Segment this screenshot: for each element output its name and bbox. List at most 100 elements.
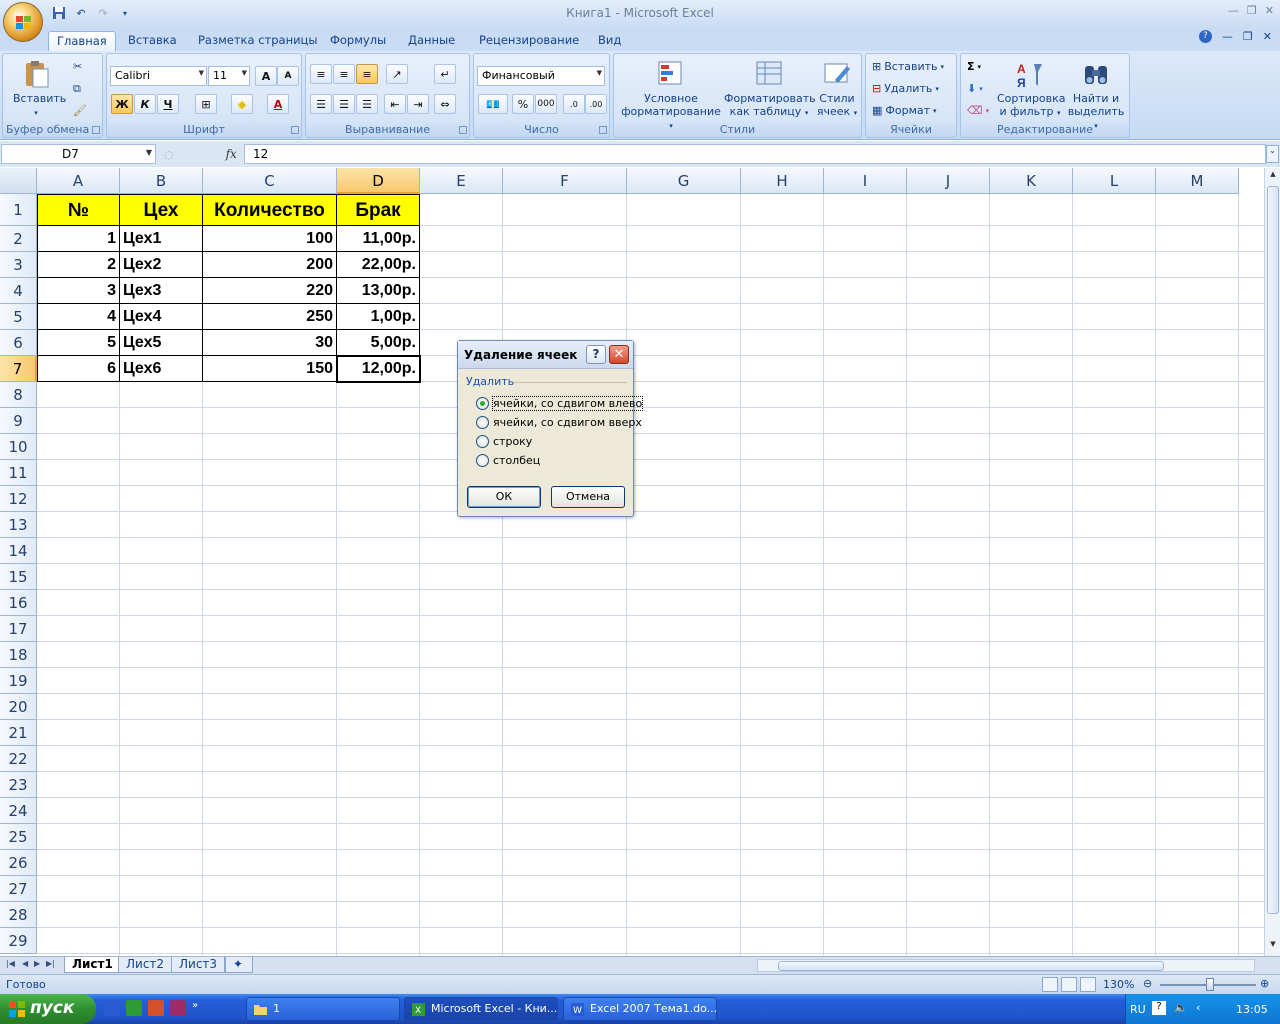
scroll-down-icon[interactable]: ▼ xyxy=(1267,940,1279,954)
column-header-e[interactable]: E xyxy=(420,168,503,194)
normal-view-icon[interactable] xyxy=(1042,977,1058,992)
italic-button[interactable]: К xyxy=(134,94,156,114)
expand-formula-bar-icon[interactable]: ⌄ xyxy=(1266,145,1279,163)
cell-d2[interactable]: 11,00р. xyxy=(337,226,420,252)
row-header-7[interactable]: 7 xyxy=(0,356,37,382)
column-header-d[interactable]: D xyxy=(337,168,420,194)
row-header-23[interactable]: 23 xyxy=(0,772,37,798)
row-header-26[interactable]: 26 xyxy=(0,850,37,876)
column-header-k[interactable]: K xyxy=(990,168,1073,194)
column-header-i[interactable]: I xyxy=(824,168,907,194)
thousands-button[interactable]: 000 xyxy=(535,94,557,114)
dialog-help-button[interactable]: ? xyxy=(586,345,606,364)
insert-function-button[interactable]: fx xyxy=(226,147,237,161)
autosum-button[interactable]: Σ ▾ xyxy=(967,60,981,73)
row-header-15[interactable]: 15 xyxy=(0,564,37,590)
cell-styles-button[interactable]: Стили ячеек ▾ xyxy=(814,58,860,120)
borders-icon[interactable]: ⊞ xyxy=(195,94,217,114)
cell-c7[interactable]: 150 xyxy=(203,356,337,382)
sort-filter-button[interactable]: AЯ Сортировка и фильтр ▾ xyxy=(997,58,1066,120)
cell-c2[interactable]: 100 xyxy=(203,226,337,252)
maximize-icon[interactable]: ❐ xyxy=(1247,4,1257,17)
last-sheet-icon[interactable]: ▶| xyxy=(46,959,55,968)
close-window-icon[interactable]: ✕ xyxy=(1265,4,1274,17)
alignment-launcher-icon[interactable] xyxy=(459,126,467,134)
cell-a4[interactable]: 3 xyxy=(37,278,120,304)
cell-a2[interactable]: 1 xyxy=(37,226,120,252)
tab-formulas[interactable]: Формулы xyxy=(322,31,394,51)
cell-b7[interactable]: Цех6 xyxy=(120,356,203,382)
access-icon[interactable] xyxy=(170,1000,186,1016)
row-header-17[interactable]: 17 xyxy=(0,616,37,642)
conditional-formatting-button[interactable]: Условное форматирование ▾ xyxy=(618,58,724,133)
row-header-25[interactable]: 25 xyxy=(0,824,37,850)
tab-data[interactable]: Данные xyxy=(400,31,463,51)
help-tray-icon[interactable]: ? xyxy=(1152,1001,1166,1015)
cell-c5[interactable]: 250 xyxy=(203,304,337,330)
row-header-6[interactable]: 6 xyxy=(0,330,37,356)
cell-a5[interactable]: 4 xyxy=(37,304,120,330)
row-header-4[interactable]: 4 xyxy=(0,278,37,304)
column-header-b[interactable]: B xyxy=(120,168,203,194)
taskbar-folder-button[interactable]: 1 xyxy=(246,997,400,1021)
language-indicator[interactable]: RU xyxy=(1130,1003,1146,1016)
zoom-level[interactable]: 130% xyxy=(1103,978,1134,991)
increase-decimal-icon[interactable]: .0 xyxy=(563,94,585,114)
cell-b6[interactable]: Цех5 xyxy=(120,330,203,356)
radio-shift-left[interactable]: ячейки, со сдвигом влево xyxy=(476,396,644,411)
row-header-13[interactable]: 13 xyxy=(0,512,37,538)
tab-insert[interactable]: Вставка xyxy=(120,31,185,51)
taskbar-excel-button[interactable]: X Microsoft Excel - Кни... xyxy=(404,997,558,1021)
sheet-tab-2[interactable]: Лист2 xyxy=(118,957,173,973)
align-right-icon[interactable]: ☰ xyxy=(356,94,378,114)
clipboard-launcher-icon[interactable] xyxy=(92,126,100,134)
cell-c1[interactable]: Количество xyxy=(203,194,337,226)
align-bottom-icon[interactable]: ≡ xyxy=(356,64,378,84)
decrease-decimal-icon[interactable]: .00 xyxy=(585,94,607,114)
row-header-20[interactable]: 20 xyxy=(0,694,37,720)
row-header-8[interactable]: 8 xyxy=(0,382,37,408)
row-header-28[interactable]: 28 xyxy=(0,902,37,928)
align-center-icon[interactable]: ☰ xyxy=(333,94,355,114)
column-header-c[interactable]: C xyxy=(203,168,337,194)
font-size-combo[interactable]: 11 ▼ xyxy=(208,66,250,86)
cell-c6[interactable]: 30 xyxy=(203,330,337,356)
currency-format-icon[interactable]: 💶 xyxy=(478,94,508,114)
row-header-9[interactable]: 9 xyxy=(0,408,37,434)
zoom-in-icon[interactable]: ⊕ xyxy=(1260,977,1269,990)
vertical-scrollbar[interactable]: ▲ ▼ xyxy=(1264,168,1280,956)
row-header-29[interactable]: 29 xyxy=(0,928,37,954)
start-button[interactable]: пуск xyxy=(0,994,96,1024)
shrink-font-button[interactable]: A xyxy=(277,66,299,86)
name-box[interactable]: D7 ▼ xyxy=(1,144,156,164)
insert-cells-button[interactable]: ⊞ Вставить ▾ xyxy=(872,60,944,73)
next-sheet-icon[interactable]: ▶ xyxy=(34,959,40,968)
tab-view[interactable]: Вид xyxy=(590,31,629,51)
row-header-2[interactable]: 2 xyxy=(0,226,37,252)
scroll-up-icon[interactable]: ▲ xyxy=(1267,170,1279,184)
ok-button[interactable]: ОК xyxy=(467,486,541,508)
sheet-tab-3[interactable]: Лист3 xyxy=(171,957,226,973)
column-header-m[interactable]: M xyxy=(1156,168,1239,194)
horizontal-scroll-thumb[interactable] xyxy=(778,961,1164,971)
row-header-16[interactable]: 16 xyxy=(0,590,37,616)
font-launcher-icon[interactable] xyxy=(291,126,299,134)
underline-button[interactable]: Ч xyxy=(157,94,179,114)
dialog-close-button[interactable]: ✕ xyxy=(609,345,629,364)
column-header-h[interactable]: H xyxy=(741,168,824,194)
format-painter-icon[interactable]: 🖌 xyxy=(73,104,87,117)
volume-icon[interactable]: 🔈 xyxy=(1174,1001,1188,1014)
column-header-g[interactable]: G xyxy=(627,168,741,194)
paste-button[interactable]: Вставить ▾ xyxy=(13,58,66,120)
row-header-14[interactable]: 14 xyxy=(0,538,37,564)
cell-c3[interactable]: 200 xyxy=(203,252,337,278)
bold-button[interactable]: Ж xyxy=(111,94,133,114)
row-header-5[interactable]: 5 xyxy=(0,304,37,330)
doc-minimize-icon[interactable]: — xyxy=(1222,30,1233,43)
font-color-button[interactable]: A xyxy=(267,94,289,114)
word-icon[interactable] xyxy=(104,1000,120,1016)
cell-a3[interactable]: 2 xyxy=(37,252,120,278)
grow-font-button[interactable]: A xyxy=(255,66,277,86)
format-cells-button[interactable]: ▦ Формат ▾ xyxy=(872,104,937,117)
office-button[interactable] xyxy=(3,2,43,42)
